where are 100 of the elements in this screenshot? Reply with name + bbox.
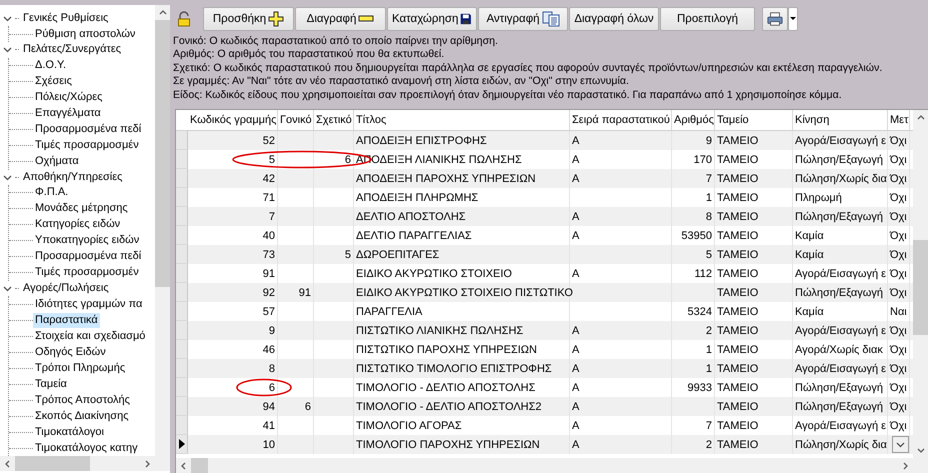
scrollbar-thumb[interactable] bbox=[155, 20, 170, 287]
tree-item[interactable]: Τιμές προσαρμοσμέν bbox=[33, 138, 141, 153]
tree-item[interactable]: Πελάτες/Συνεργάτες bbox=[21, 42, 124, 58]
tree-item[interactable]: Φ.Π.Α. bbox=[33, 185, 70, 200]
table-cell: Α bbox=[572, 172, 580, 184]
tree-item[interactable]: Ιδιότητες γραμμών πα bbox=[33, 296, 144, 312]
print-button[interactable] bbox=[762, 7, 788, 31]
table-cell: Καμία bbox=[795, 248, 824, 260]
dropdown-button[interactable] bbox=[788, 7, 798, 31]
table-row[interactable]: 94 6 ΤΙΜΟΛΟΓΙΟ - ΔΕΛΤΙΟ ΑΠΟΣΤΟΛΗΣ2 Α ΤΑΜΕΙΟ Πώληση/Εξαγωγή Όχι bbox=[176, 397, 913, 416]
tree-item[interactable]: Τιμοκατάλογος κατηγ bbox=[33, 440, 140, 456]
table-cell: ΤΑΜΕΙΟ bbox=[717, 230, 758, 242]
row-header[interactable] bbox=[176, 435, 188, 454]
tree-item[interactable]: Τιμές προσαρμοσμέν bbox=[33, 265, 141, 280]
table-cell: Όχι bbox=[890, 362, 907, 374]
table-cell: ΠΙΣΤΩΤΙΚΟ ΤΙΜΟΛΟΓΙΟ ΕΠΙΣΤΡΟΦΗΣ bbox=[356, 362, 552, 374]
table-cell: ΤΑΜΕΙΟ bbox=[717, 248, 758, 260]
tree-item[interactable]: Σχέσεις bbox=[33, 74, 74, 89]
tree-item[interactable]: Προσαρμοσμένα πεδί bbox=[33, 249, 144, 264]
toolbar-button[interactable]: Προεπιλογή bbox=[660, 7, 755, 31]
copy-icon bbox=[542, 11, 560, 27]
help-line: Αριθμός: Ο αριθμός του παραστατικού που θα εκτυπωθεί. bbox=[173, 48, 446, 62]
tree-item[interactable]: Σκοπός Διακίνησης bbox=[33, 408, 131, 424]
tree-item[interactable]: Οδηγός Ειδών bbox=[33, 344, 108, 360]
tree-item[interactable]: Αποθήκη/Υπηρεσίες bbox=[21, 170, 124, 185]
tree-item[interactable]: Μονάδες μέτρησης bbox=[33, 201, 130, 216]
tree-item[interactable]: Παραστατικά bbox=[33, 312, 100, 328]
table-row[interactable]: 73 5 ΔΩΡΟΕΠΙΤΑΓΕΣ 5 ΤΑΜΕΙΟ Καμία Όχι bbox=[176, 245, 913, 264]
table-cell: Πώληση/Εξαγωγή bbox=[795, 286, 883, 298]
table-cell: 52 bbox=[262, 134, 275, 146]
tree-item[interactable]: Τιμοκατάλογοι bbox=[33, 424, 106, 440]
tree-item[interactable]: Ταμεία bbox=[33, 376, 69, 392]
tree-item[interactable]: Υποκατηγορίες ειδών bbox=[33, 233, 142, 248]
scroll-down-icon[interactable] bbox=[916, 446, 926, 456]
table-cell: 6 bbox=[344, 154, 351, 166]
column-header[interactable]: Ταμείο bbox=[715, 110, 793, 130]
tree-item[interactable]: Στοιχεία και σχεδιασμό bbox=[33, 328, 148, 344]
tree-item[interactable]: Τρόπος Αποστολής bbox=[33, 392, 132, 408]
dropdown-button[interactable] bbox=[892, 436, 909, 453]
collapse-icon[interactable] bbox=[3, 284, 12, 293]
tree-item[interactable]: Οχήματα bbox=[33, 154, 81, 169]
column-header[interactable]: Γονικό bbox=[278, 110, 314, 130]
table-row[interactable]: 42 ΑΠΟΔΕΙΞΗ ΠΑΡΟΧΗΣ ΥΠΗΡΕΣΙΩΝ Α 7 ΤΑΜΕΙΟ Πώληση/Χωρίς δια Όχι bbox=[176, 169, 913, 188]
scrollbar-thumb[interactable] bbox=[191, 458, 208, 473]
table-cell: 6 bbox=[268, 382, 275, 394]
table-cell: 53950 bbox=[681, 230, 712, 242]
collapse-icon[interactable] bbox=[3, 45, 12, 54]
scroll-right-icon[interactable] bbox=[900, 460, 910, 470]
scroll-right-icon[interactable] bbox=[142, 458, 152, 468]
column-header[interactable]: Κωδικός γραμμής bbox=[188, 110, 278, 130]
tree-item[interactable]: Επαγγέλματα bbox=[33, 106, 103, 121]
toolbar-button[interactable]: Προσθήκη bbox=[203, 7, 294, 31]
table-cell: 91 bbox=[262, 268, 275, 280]
table-row[interactable]: 7 ΔΕΛΤΙΟ ΑΠΟΣΤΟΛΗΣ Α 8 ΤΑΜΕΙΟ Πώληση/Εξαγωγή Όχι bbox=[176, 207, 913, 226]
toolbar-button[interactable]: Αντιγραφή bbox=[478, 7, 568, 31]
table-cell: 170 bbox=[694, 154, 712, 166]
table-cell: Αγορά/Εισαγωγή ε bbox=[795, 268, 886, 280]
table-cell: Α bbox=[572, 400, 580, 412]
table-row[interactable]: 92 91 ΕΙΔΙΚΟ ΑΚΥΡΩΤΙΚΟ ΣΤΟΙΧΕΙΟ ΠΙΣΤΩΤΙΚΟ ΤΑΜΕΙΟ Πώληση/Εξαγωγή Όχι bbox=[176, 283, 913, 302]
table-cell: Αγορά/Εισαγωγή ε bbox=[795, 324, 886, 336]
table-cell: Όχι bbox=[890, 154, 907, 166]
scroll-left-icon[interactable] bbox=[178, 460, 188, 470]
column-header[interactable]: Τίτλος bbox=[354, 110, 570, 130]
table-row[interactable]: 52 ΑΠΟΔΕΙΞΗ ΕΠΙΣΤΡΟΦΗΣ Α 9 ΤΑΜΕΙΟ Αγορά/Εισαγωγή ε Όχι bbox=[176, 131, 913, 150]
table-cell: ΠΙΣΤΩΤΙΚΟ ΠΑΡΟΧΗΣ ΥΠΗΡΕΣΙΩΝ bbox=[356, 344, 537, 356]
toolbar-button[interactable]: Διαγραφή bbox=[295, 7, 386, 31]
scrollbar-thumb[interactable] bbox=[913, 240, 928, 335]
toolbar-button[interactable]: Διαγραφή όλων bbox=[569, 7, 659, 31]
tree-item[interactable]: Ρύθμιση αποστολών bbox=[33, 26, 138, 42]
collapse-icon[interactable] bbox=[3, 14, 12, 24]
collapse-icon[interactable] bbox=[3, 172, 12, 182]
tree-item[interactable]: Τρόποι Πληρωμής bbox=[33, 360, 128, 376]
tree-item[interactable]: Προσαρμοσμένα πεδί bbox=[33, 122, 144, 137]
table-cell: 6 bbox=[304, 400, 311, 412]
scroll-left-icon[interactable] bbox=[2, 458, 12, 468]
toolbar-button[interactable]: Καταχώρηση bbox=[387, 7, 477, 31]
table-cell: Πώληση/Χωρίς δια bbox=[795, 438, 887, 450]
table-cell: Α bbox=[572, 154, 580, 166]
column-header[interactable]: Σχετικό bbox=[314, 110, 354, 130]
tree-item[interactable]: Αγορές/Πωλήσεις bbox=[21, 280, 111, 296]
column-header[interactable]: Σειρά παραστατικού bbox=[570, 110, 672, 130]
column-header[interactable]: Αριθμός bbox=[672, 110, 715, 130]
table-cell: Πώληση/Εξαγωγή bbox=[795, 400, 883, 412]
table-cell: Όχι bbox=[890, 400, 907, 412]
table-cell: 9 bbox=[706, 134, 712, 146]
table-cell: 7 bbox=[706, 420, 712, 432]
tree-item[interactable]: Δ.Ο.Υ. bbox=[33, 58, 68, 73]
column-header[interactable]: Μετ bbox=[888, 110, 910, 130]
table-cell: Καμία bbox=[795, 306, 824, 318]
tree-item[interactable]: Κατηγορίες ειδών bbox=[33, 217, 122, 232]
table-row[interactable]: 10 ΤΙΜΟΛΟΓΙΟ ΠΑΡΟΧΗΣ ΥΠΗΡΕΣΙΩΝ Α 2 ΤΑΜΕΙΟ Πώληση/Χωρίς δια bbox=[176, 435, 913, 454]
table-cell: ΔΕΛΤΙΟ ΑΠΟΣΤΟΛΗΣ bbox=[356, 210, 466, 222]
table-row[interactable]: 9 ΠΙΣΤΩΤΙΚΟ ΛΙΑΝΙΚΗΣ ΠΩΛΗΣΗΣ Α 2 ΤΑΜΕΙΟ Αγορά/Εισαγωγή ε Όχι bbox=[176, 321, 913, 340]
scrollbar-thumb[interactable] bbox=[15, 456, 90, 471]
tree-item[interactable]: Πόλεις/Χώρες bbox=[33, 90, 104, 105]
table-cell: ΤΑΜΕΙΟ bbox=[717, 172, 758, 184]
table-cell: ΠΑΡΑΓΓΕΛΙΑ bbox=[356, 306, 422, 318]
table-row[interactable]: 8 ΠΙΣΤΩΤΙΚΟ ΤΙΜΟΛΟΓΙΟ ΕΠΙΣΤΡΟΦΗΣ Α 1 ΤΑΜΕΙΟ Αγορά/Εισαγωγή ε Όχι bbox=[176, 359, 913, 378]
tree-item[interactable]: Γενικές Ρυθμίσεις bbox=[21, 11, 110, 26]
column-header[interactable]: Κίνηση bbox=[793, 110, 888, 130]
